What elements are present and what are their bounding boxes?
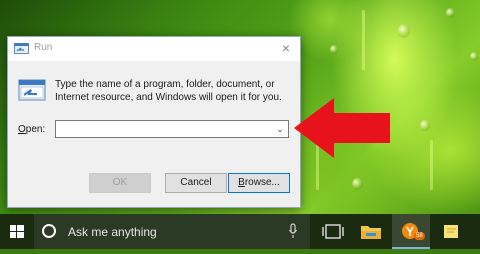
search-placeholder: Ask me anything: [68, 225, 157, 239]
run-large-icon: [18, 79, 46, 101]
water-drop: [352, 178, 363, 190]
dialog-title: Run: [34, 42, 53, 53]
open-label-text: pen:: [25, 124, 46, 135]
water-streak: [362, 10, 365, 70]
water-streak: [430, 140, 433, 190]
file-explorer-icon[interactable]: [352, 214, 390, 249]
cancel-button[interactable]: Cancel: [165, 173, 227, 193]
water-drop: [420, 120, 430, 131]
app-taskbar-button[interactable]: 58: [392, 214, 430, 249]
app-badge: 58: [414, 232, 425, 240]
run-app-icon: [14, 43, 29, 54]
microphone-icon[interactable]: [288, 223, 298, 240]
red-arrow-annotation: [294, 98, 390, 158]
browse-button[interactable]: Browse...: [228, 173, 290, 193]
close-button[interactable]: ×: [278, 40, 294, 56]
browse-accesskey: B: [238, 177, 245, 188]
taskbar-search-box[interactable]: Ask me anything: [34, 214, 310, 249]
windows-start-icon[interactable]: [0, 214, 34, 249]
open-input[interactable]: [58, 123, 272, 140]
open-label-accesskey: O: [18, 124, 26, 135]
sticky-notes-icon[interactable]: [432, 214, 470, 249]
open-label: Open:: [18, 124, 45, 135]
dialog-description: Type the name of a program, folder, docu…: [55, 79, 282, 103]
cortana-icon[interactable]: [42, 224, 56, 238]
dialog-footer: OK Cancel Browse...: [8, 165, 300, 207]
water-drop: [330, 45, 338, 54]
taskbar: Ask me anything 58: [0, 214, 480, 249]
run-dialog: Run × Type the name of a program, folder…: [7, 36, 301, 208]
ok-button[interactable]: OK: [89, 173, 151, 193]
water-drop: [446, 8, 455, 18]
task-view-icon[interactable]: [314, 214, 352, 249]
title-bar[interactable]: Run ×: [8, 37, 300, 61]
app-icon: [402, 223, 418, 239]
open-combobox[interactable]: ⌄: [55, 120, 289, 140]
chevron-down-icon[interactable]: ⌄: [274, 122, 286, 136]
water-drop: [470, 52, 478, 61]
browse-label-text: rowse...: [244, 177, 280, 188]
water-drop: [398, 24, 410, 38]
